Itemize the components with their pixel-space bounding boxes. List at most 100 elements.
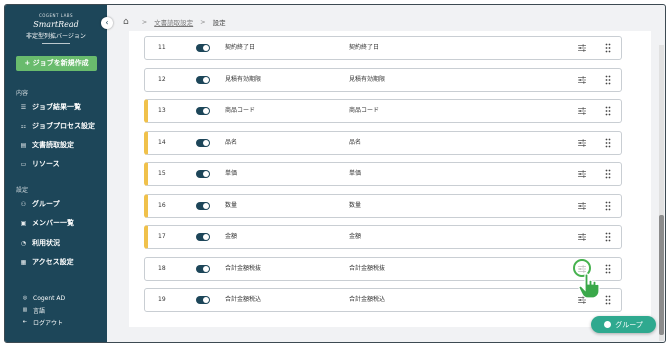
group-icon: ⚇ — [20, 200, 27, 208]
sidebar-item-resources[interactable]: ▭ リソース — [19, 158, 60, 170]
account-menu[interactable]: ◎ Cogent AD — [21, 293, 65, 303]
field-row[interactable]: 18 合計金額税抜 合計金額税抜 — [144, 256, 622, 281]
drag-handle-icon[interactable] — [605, 138, 611, 148]
toggle-knob — [203, 76, 209, 83]
drag-handle-icon[interactable] — [605, 169, 611, 179]
field-list-panel: 11 契約終了日 契約終了日 12 見積有効期限 見積有効期限 13 商品コード 商品コード 14… — [129, 31, 651, 327]
field-mapped-name: 商品コード — [349, 107, 380, 114]
logout-link[interactable]: ⇤ ログアウト — [21, 317, 63, 327]
settings-sliders-icon[interactable] — [578, 233, 586, 241]
sidebar-item-label: 利用状況 — [32, 239, 60, 247]
user-icon: ◎ — [22, 295, 28, 301]
row-number: 19 — [158, 296, 166, 303]
field-name: 合計金額税抜 — [225, 264, 262, 272]
sidebar-item-group[interactable]: ⚇ グループ — [19, 198, 60, 210]
toggle-knob — [203, 234, 209, 240]
field-name: 合計金額税込 — [225, 296, 262, 303]
group-icon — [604, 321, 612, 328]
field-row[interactable]: 19 合計金額税込 合計金額税込 — [144, 288, 622, 312]
row-number: 15 — [158, 170, 166, 177]
field-toggle[interactable] — [196, 138, 210, 147]
field-toggle[interactable] — [196, 170, 210, 178]
drag-handle-icon[interactable] — [605, 43, 611, 53]
field-toggle[interactable] — [196, 107, 210, 115]
account-label: Cogent AD — [33, 294, 66, 302]
language-menu[interactable]: ▥ 言語 — [21, 305, 45, 315]
field-row[interactable]: 17 金額 金額 — [144, 225, 622, 249]
field-row[interactable]: 15 単価 単価 — [144, 162, 622, 186]
sidebar-item-job-process[interactable]: ⚏ ジョブプロセス設定 — [19, 120, 95, 132]
field-row[interactable]: 12 見積有効期限 見積有効期限 — [144, 67, 622, 92]
row-number: 14 — [158, 138, 166, 146]
group-button-label: グループ — [615, 320, 643, 329]
settings-sliders-icon[interactable] — [578, 76, 586, 84]
sidebar-item-job-results[interactable]: ☰ ジョブ結果一覧 — [19, 101, 81, 113]
field-row[interactable]: 14 品名 品名 — [144, 130, 622, 155]
settings-sliders-icon[interactable] — [578, 107, 586, 115]
sidebar-item-label: アクセス設定 — [32, 258, 74, 266]
toggle-knob — [203, 265, 209, 272]
resource-icon: ▭ — [20, 160, 27, 168]
field-toggle[interactable] — [196, 201, 210, 210]
field-toggle[interactable] — [196, 233, 210, 241]
field-mapped-name: 合計金額税抜 — [349, 264, 386, 272]
row-number: 16 — [158, 201, 166, 209]
field-row[interactable]: 16 数量 数量 — [144, 193, 622, 218]
process-icon: ⚏ — [20, 122, 27, 130]
home-icon[interactable]: ⌂ — [123, 17, 129, 27]
scrollbar-thumb[interactable] — [659, 215, 664, 335]
sidebar-item-label: リソース — [32, 160, 60, 168]
row-number: 13 — [158, 107, 166, 114]
drag-handle-icon[interactable] — [605, 295, 611, 305]
sidebar-item-label: メンバー一覧 — [32, 219, 74, 227]
field-mapped-name: 数量 — [349, 201, 362, 209]
field-name: 見積有効期限 — [225, 75, 262, 83]
settings-sliders-icon[interactable] — [578, 44, 586, 52]
field-row[interactable]: 13 商品コード 商品コード — [144, 99, 622, 123]
breadcrumb-separator: > — [141, 18, 148, 26]
logout-icon: ⇤ — [22, 319, 28, 325]
settings-sliders-icon[interactable] — [578, 202, 586, 210]
sidebar-item-document-settings[interactable]: ▤ 文書読取設定 — [19, 139, 74, 151]
field-name: 契約終了日 — [225, 44, 256, 51]
section-settings-label: 設定 — [16, 187, 29, 194]
section-content-label: 内容 — [16, 90, 29, 97]
brand-divider — [42, 43, 70, 44]
drag-handle-icon[interactable] — [605, 232, 611, 242]
field-toggle[interactable] — [196, 264, 210, 273]
drag-handle-icon[interactable] — [605, 201, 611, 211]
language-icon: ▥ — [22, 307, 28, 313]
toggle-knob — [203, 139, 209, 146]
breadcrumb-link-document-settings[interactable]: 文書読取設定 — [154, 17, 193, 27]
app-window: COGENT LABS SmartRead 非定型列拡バージョン + ジョブを新… — [4, 4, 666, 343]
list-icon: ☰ — [20, 103, 27, 111]
sidebar-item-members[interactable]: ▣ メンバー一覧 — [19, 217, 74, 229]
member-icon: ▣ — [20, 219, 27, 227]
drag-handle-icon[interactable] — [605, 75, 611, 85]
breadcrumb-current: 設定 — [212, 19, 226, 27]
field-mapped-name: 見積有効期限 — [349, 75, 386, 83]
row-number: 12 — [158, 75, 166, 83]
sidebar-item-access[interactable]: ▦ アクセス設定 — [19, 256, 74, 268]
field-name: 単価 — [225, 170, 238, 177]
collapse-sidebar-button[interactable]: ‹ — [101, 17, 113, 29]
settings-sliders-icon[interactable] — [578, 170, 586, 178]
field-row[interactable]: 11 契約終了日 契約終了日 — [144, 36, 622, 60]
settings-sliders-icon[interactable] — [578, 139, 586, 147]
hand-pointer-icon — [578, 273, 600, 299]
field-toggle[interactable] — [196, 75, 210, 84]
group-button[interactable]: グループ — [591, 316, 656, 333]
new-job-button[interactable]: + ジョブを新規作成 — [16, 56, 97, 71]
row-number: 18 — [158, 264, 166, 272]
sidebar-item-label: ジョブプロセス設定 — [32, 122, 95, 130]
field-toggle[interactable] — [196, 44, 210, 52]
breadcrumb: ⌂ > 文書読取設定 > 設定 — [123, 15, 226, 29]
field-toggle[interactable] — [196, 296, 210, 304]
row-number: 17 — [158, 233, 166, 240]
field-mapped-name: 契約終了日 — [349, 44, 380, 51]
drag-handle-icon[interactable] — [605, 264, 611, 274]
field-mapped-name: 単価 — [349, 170, 362, 177]
field-name: 数量 — [225, 201, 238, 209]
sidebar-item-usage[interactable]: ◔ 利用状況 — [19, 237, 60, 249]
drag-handle-icon[interactable] — [605, 106, 611, 116]
